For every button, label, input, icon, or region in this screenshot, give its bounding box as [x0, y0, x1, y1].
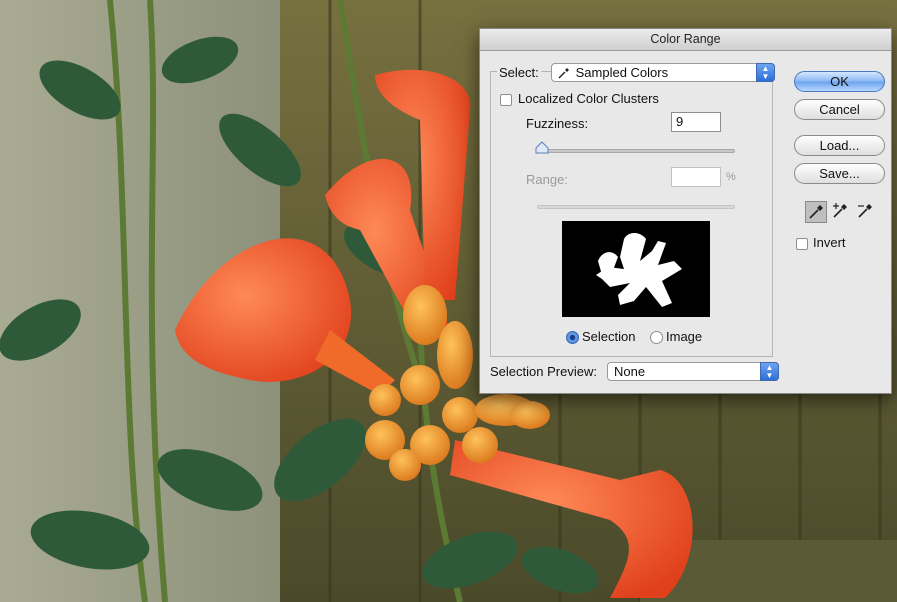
eyedropper-minus-icon — [858, 204, 872, 218]
selection-preview-value: None — [614, 364, 646, 379]
ok-button[interactable]: OK — [794, 71, 885, 92]
image-radio[interactable] — [650, 331, 663, 344]
range-unit: % — [726, 171, 736, 183]
invert-checkbox[interactable] — [796, 238, 808, 250]
color-range-dialog: Color Range Select: Sampled Colors ▲ ▼ Lo… — [479, 28, 892, 394]
add-to-sample-tool-button[interactable] — [830, 201, 852, 223]
eyedropper-icon — [558, 66, 572, 83]
selection-radio[interactable] — [566, 331, 579, 344]
selection-preview-label: Selection Preview: — [490, 364, 597, 379]
eyedropper-tool-button[interactable] — [805, 201, 827, 223]
dialog-title: Color Range — [480, 29, 891, 51]
updown-arrows-icon: ▲ ▼ — [756, 63, 775, 82]
eyedropper-icon — [809, 205, 823, 219]
select-label: Select: — [497, 65, 541, 80]
save-button[interactable]: Save... — [794, 163, 885, 184]
invert-label: Invert — [813, 235, 846, 250]
subtract-from-sample-tool-button[interactable] — [855, 201, 877, 223]
cancel-button[interactable]: Cancel — [794, 99, 885, 120]
select-value: Sampled Colors — [575, 65, 669, 80]
range-input[interactable] — [671, 167, 721, 187]
range-slider-track[interactable] — [537, 205, 735, 209]
fuzziness-slider-thumb[interactable] — [535, 141, 549, 155]
image-radio-label: Image — [666, 329, 703, 344]
eyedropper-plus-icon — [833, 203, 847, 218]
selection-preview-dropdown[interactable]: None ▲ ▼ — [607, 362, 779, 381]
localized-clusters-label: Localized Color Clusters — [518, 91, 659, 106]
load-button[interactable]: Load... — [794, 135, 885, 156]
range-label: Range: — [526, 172, 568, 187]
selection-preview-image — [562, 221, 710, 317]
localized-clusters-checkbox[interactable] — [500, 94, 512, 106]
selection-radio-label: Selection — [582, 329, 636, 344]
select-dropdown[interactable]: Sampled Colors ▲ ▼ — [551, 63, 775, 82]
fuzziness-label: Fuzziness: — [526, 116, 589, 131]
updown-arrows-icon: ▲ ▼ — [760, 362, 779, 381]
fuzziness-input[interactable]: 9 — [671, 112, 721, 132]
fuzziness-slider-track[interactable] — [537, 149, 735, 153]
